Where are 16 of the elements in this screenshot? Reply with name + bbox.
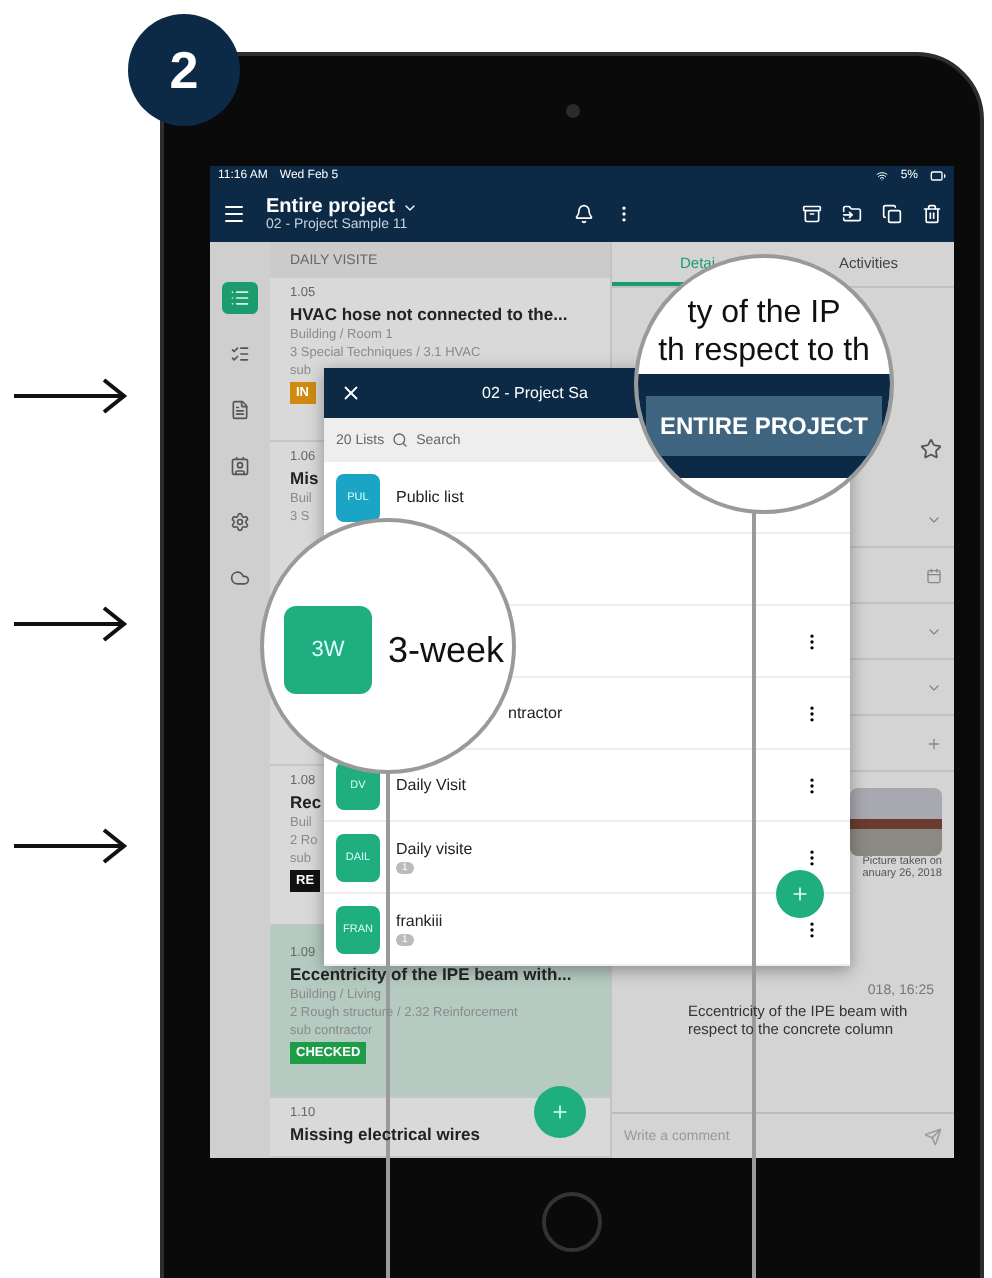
item-title: Rec (290, 792, 322, 812)
item-title: HVAC hose not connected to the... (290, 304, 568, 324)
dialog-title: 02 - Project Sa (482, 384, 588, 402)
magnified-title: th respect to th (658, 332, 870, 370)
list-name: Daily visite (396, 840, 473, 858)
list-name: frankiii (396, 912, 443, 930)
item-title: Mis (290, 468, 319, 488)
item-title: Eccentricity of the IPE beam with... (290, 964, 572, 984)
list-name: Public list (396, 488, 464, 506)
list-name: Daily Visit (396, 776, 466, 794)
list-name: 3-week (388, 629, 505, 671)
magnified-title: ty of the IP (687, 294, 841, 332)
item-title: Missing electrical wires (290, 1124, 480, 1144)
list-badge: 3W (284, 606, 372, 694)
list-name: ntractor (508, 704, 563, 722)
step-badge: 2 (128, 14, 240, 126)
